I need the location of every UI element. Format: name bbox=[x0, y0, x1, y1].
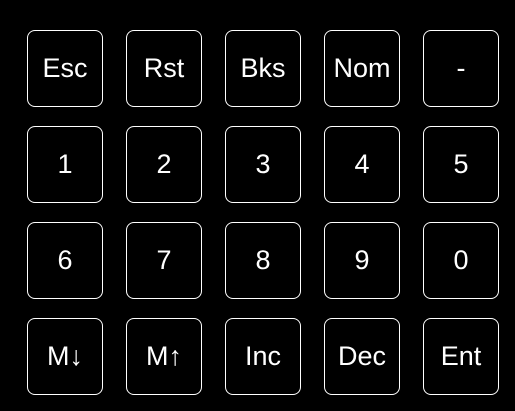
digit-1-key-label: 1 bbox=[57, 149, 73, 179]
ent-key[interactable]: Ent bbox=[423, 318, 499, 395]
dec-key-label: Dec bbox=[337, 341, 386, 371]
inc-key-label: Inc bbox=[244, 341, 282, 371]
digit-3-key[interactable]: 3 bbox=[225, 126, 301, 203]
minus-key[interactable]: - bbox=[423, 30, 499, 107]
bks-key-label: Bks bbox=[240, 53, 286, 83]
keypad-panel: Esc Rst Bks Nom - 1 2 3 4 5 6 7 8 9 0 M↓… bbox=[0, 0, 515, 411]
bks-key[interactable]: Bks bbox=[225, 30, 301, 107]
m-down-key-label: M↓ bbox=[47, 341, 83, 371]
nom-key-label: Nom bbox=[333, 53, 391, 83]
digit-4-key[interactable]: 4 bbox=[324, 126, 400, 203]
digit-9-key-label: 9 bbox=[354, 245, 370, 275]
digit-0-key-label: 0 bbox=[453, 245, 469, 275]
digit-8-key[interactable]: 8 bbox=[225, 222, 301, 299]
m-up-key-label: M↑ bbox=[146, 341, 182, 371]
digit-5-key[interactable]: 5 bbox=[423, 126, 499, 203]
digit-4-key-label: 4 bbox=[354, 149, 370, 179]
keypad-grid: Esc Rst Bks Nom - 1 2 3 4 5 6 7 8 9 0 M↓… bbox=[27, 30, 499, 395]
rst-key-label: Rst bbox=[143, 53, 185, 83]
nom-key[interactable]: Nom bbox=[324, 30, 400, 107]
digit-7-key-label: 7 bbox=[156, 245, 172, 275]
digit-9-key[interactable]: 9 bbox=[324, 222, 400, 299]
minus-key-label: - bbox=[456, 53, 466, 83]
digit-5-key-label: 5 bbox=[453, 149, 469, 179]
esc-key-label: Esc bbox=[42, 53, 88, 83]
dec-key[interactable]: Dec bbox=[324, 318, 400, 395]
esc-key[interactable]: Esc bbox=[27, 30, 103, 107]
digit-2-key[interactable]: 2 bbox=[126, 126, 202, 203]
m-down-key[interactable]: M↓ bbox=[27, 318, 103, 395]
digit-8-key-label: 8 bbox=[255, 245, 271, 275]
digit-7-key[interactable]: 7 bbox=[126, 222, 202, 299]
digit-0-key[interactable]: 0 bbox=[423, 222, 499, 299]
rst-key[interactable]: Rst bbox=[126, 30, 202, 107]
m-up-key[interactable]: M↑ bbox=[126, 318, 202, 395]
ent-key-label: Ent bbox=[440, 341, 482, 371]
inc-key[interactable]: Inc bbox=[225, 318, 301, 395]
digit-6-key-label: 6 bbox=[57, 245, 73, 275]
digit-1-key[interactable]: 1 bbox=[27, 126, 103, 203]
digit-6-key[interactable]: 6 bbox=[27, 222, 103, 299]
digit-3-key-label: 3 bbox=[255, 149, 271, 179]
digit-2-key-label: 2 bbox=[156, 149, 172, 179]
